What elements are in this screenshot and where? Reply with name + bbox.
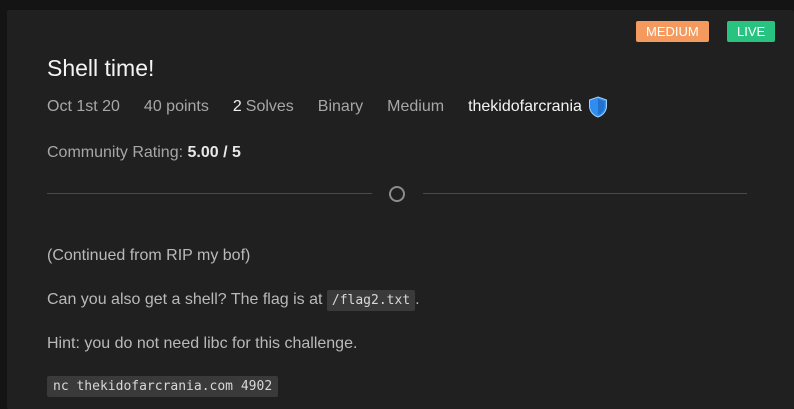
challenge-card: MEDIUM LIVE Shell time! Oct 1st 20 40 po… [7, 10, 794, 409]
description-hint: Hint: you do not need libc for this chal… [47, 335, 358, 352]
divider-circle-icon [389, 186, 405, 202]
solves-count[interactable]: 2 [233, 98, 242, 116]
divider-right [423, 193, 747, 194]
challenge-meta: Oct 1st 20 40 points 2 Solves Binary Med… [47, 96, 632, 118]
challenge-title: Shell time! [47, 55, 155, 81]
challenge-date: Oct 1st 20 [47, 98, 120, 115]
challenge-difficulty: Medium [387, 98, 445, 115]
status-badge: LIVE [727, 21, 776, 42]
rating-label: Community Rating: [47, 144, 184, 161]
community-rating: Community Rating: 5.00 / 5 [47, 144, 241, 162]
challenge-category: Binary [317, 98, 364, 115]
divider-left [47, 193, 372, 194]
shield-icon [588, 96, 608, 118]
flag-path-code: /flag2.txt [326, 290, 416, 311]
description-intro: (Continued from RIP my bof) [47, 247, 251, 264]
description-question: Can you also get a shell? The flag is at… [47, 290, 420, 311]
question-text: Can you also get a shell? The flag is at [47, 291, 327, 308]
connect-command: nc thekidofarcrania.com 4902 [47, 376, 279, 397]
rating-value: 5.00 / 5 [187, 144, 241, 161]
challenge-points: 40 points [143, 98, 209, 115]
author-link[interactable]: thekidofarcrania [468, 98, 582, 116]
difficulty-badge: MEDIUM [636, 21, 709, 42]
solves-label[interactable]: Solves [246, 98, 294, 116]
question-end: . [415, 291, 420, 308]
